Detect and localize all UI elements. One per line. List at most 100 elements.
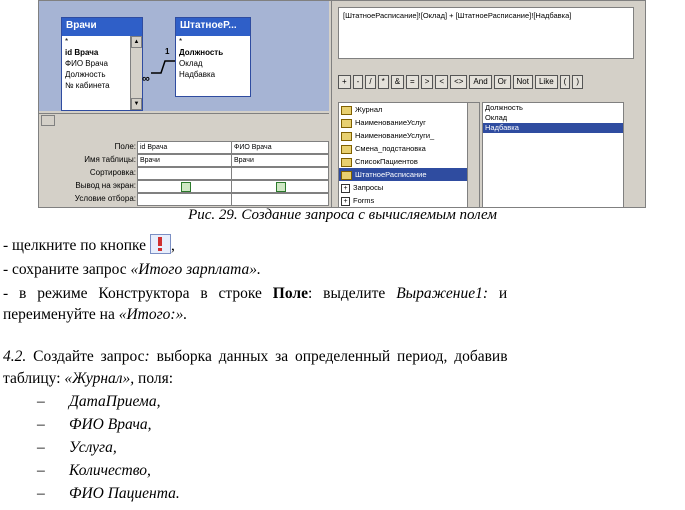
operator-button[interactable]: Not	[512, 75, 533, 89]
text-italic: «Журнал»,	[64, 370, 135, 387]
folder-open-icon	[341, 170, 352, 180]
text: поля:	[134, 370, 174, 387]
field-list-item[interactable]: Оклад	[483, 113, 623, 123]
dash: –	[37, 462, 45, 479]
expression-box[interactable]: [ШтатноеРасписание]![Оклад] + [ШтатноеРа…	[338, 7, 634, 59]
operator-button[interactable]: *	[377, 75, 389, 89]
folder-item[interactable]: СписокПациентов	[339, 155, 479, 168]
grid-cell	[231, 180, 329, 193]
folder-label: НаименованиеУслуги_	[355, 131, 435, 140]
list-item: – ДатаПриема,	[37, 393, 160, 411]
text-italic: 4.2.	[3, 348, 27, 365]
scroll-left-icon[interactable]	[41, 115, 55, 126]
grid-cell	[137, 180, 233, 193]
row-label: Сортировка:	[89, 168, 136, 177]
folder-item[interactable]: Смена_подстановка	[339, 142, 479, 155]
expand-plus-icon[interactable]: +	[341, 196, 350, 206]
text-italic: ФИО Врача,	[69, 416, 152, 433]
dash: –	[37, 393, 45, 410]
design-grid: Поле: id Врача ФИО Врача Имя таблицы: Вр…	[39, 137, 329, 207]
operator-button[interactable]: =	[406, 75, 419, 89]
grid-cell[interactable]	[137, 193, 233, 206]
instruction-line: - щелкните по кнопке ,	[3, 234, 175, 255]
table-shtat[interactable]: ШтатноеР... * Должность Оклад Надбавка	[175, 17, 251, 97]
grid-cell[interactable]: Врачи	[137, 154, 233, 167]
operator-button[interactable]: >	[420, 75, 434, 89]
show-checkbox[interactable]	[276, 182, 286, 192]
folder-item[interactable]: + Запросы	[339, 181, 479, 194]
text: переименуйте на	[3, 306, 119, 323]
operator-button[interactable]: <	[435, 75, 449, 89]
text-italic: Выражение1:	[396, 285, 488, 302]
show-checkbox[interactable]	[181, 182, 191, 192]
grid-cell[interactable]: id Врача	[137, 141, 233, 154]
text: и	[488, 285, 508, 302]
folder-icon	[341, 131, 352, 141]
field-item[interactable]: Надбавка	[176, 69, 250, 80]
operator-buttons: + - / * & = > < <> And Or Not Like ( )	[338, 75, 584, 89]
text-italic: «Итого зарплата».	[130, 261, 261, 278]
text: выборка данных за определенный период, д…	[149, 348, 508, 365]
grid-cell[interactable]	[137, 167, 233, 180]
relation-many: ∞	[142, 73, 150, 85]
dash: –	[37, 485, 45, 502]
dash: –	[37, 416, 45, 433]
field-item[interactable]: *	[176, 36, 250, 47]
grid-row: Поле: id Врача ФИО Врача	[39, 141, 329, 154]
text-bold: Поле	[272, 285, 308, 302]
grid-row: Имя таблицы: Врачи Врачи	[39, 154, 329, 167]
row-label: Поле:	[114, 142, 136, 151]
operator-button[interactable]: <>	[450, 75, 468, 89]
table-title: ШтатноеР...	[176, 18, 250, 36]
field-list-item[interactable]: Должность	[483, 103, 623, 113]
grid-cell[interactable]: ФИО Врача	[231, 141, 329, 154]
operator-button[interactable]: +	[338, 75, 351, 89]
folder-scrollbar[interactable]	[467, 103, 479, 207]
text-italic: ФИО Пациента.	[69, 485, 180, 502]
folder-label: Смена_подстановка	[355, 144, 426, 153]
text: - сохраните запрос	[3, 261, 131, 278]
folder-item[interactable]: НаименованиеУслуг	[339, 116, 479, 129]
figure-caption: Рис. 29. Создание запроса с вычисляемым …	[188, 207, 497, 223]
grid-cell[interactable]	[231, 167, 329, 180]
operator-button[interactable]: -	[352, 75, 364, 89]
text: : выделите	[307, 285, 397, 302]
operator-button[interactable]: Or	[493, 75, 511, 89]
instruction-line: переименуйте на «Итого:».	[3, 306, 187, 324]
text: ,	[170, 237, 175, 254]
list-item: – ФИО Пациента.	[37, 485, 180, 503]
text: - в режиме Конструктора в строке	[3, 285, 273, 302]
folder-item[interactable]: Журнал	[339, 103, 479, 116]
operator-button[interactable]: /	[365, 75, 376, 89]
operator-button[interactable]: And	[469, 75, 492, 89]
folder-label: СписокПациентов	[355, 157, 418, 166]
operator-button[interactable]: )	[572, 75, 584, 89]
tables-area: Врачи * id Врача ФИО Врача Должность № к…	[39, 1, 329, 111]
text-italic: Услуга,	[69, 439, 117, 456]
run-exclamation-icon	[149, 234, 171, 254]
folder-tree: Журнал НаименованиеУслуг НаименованиеУсл…	[338, 102, 480, 207]
grid-cell[interactable]: Врачи	[231, 154, 329, 167]
row-label: Вывод на экран:	[75, 181, 136, 190]
expand-plus-icon[interactable]: +	[341, 183, 350, 193]
field-list-item-selected[interactable]: Надбавка	[483, 123, 623, 133]
folder-item-selected[interactable]: ШтатноеРасписание	[339, 168, 479, 181]
folder-label: ШтатноеРасписание	[355, 170, 427, 179]
horizontal-scrollbar[interactable]	[39, 113, 329, 126]
text: таблицу:	[3, 370, 65, 387]
folder-icon	[341, 118, 352, 128]
grid-cell[interactable]	[231, 193, 329, 206]
folder-item[interactable]: НаименованиеУслуги_	[339, 129, 479, 142]
operator-button[interactable]: Like	[534, 75, 558, 89]
field-item[interactable]: Оклад	[176, 58, 250, 69]
folder-item[interactable]: + Forms	[339, 194, 479, 207]
relation-one: 1	[165, 47, 170, 56]
instruction-line: - сохраните запрос «Итого зарплата».	[3, 261, 261, 279]
folder-label: НаименованиеУслуг	[355, 118, 426, 127]
row-label: Имя таблицы:	[84, 155, 136, 164]
grid-row: Условие отбора:	[39, 193, 329, 206]
operator-button[interactable]: &	[390, 75, 405, 89]
operator-button[interactable]: (	[559, 75, 571, 89]
folder-label: Журнал	[355, 105, 383, 114]
field-item[interactable]: Должность	[176, 47, 250, 58]
